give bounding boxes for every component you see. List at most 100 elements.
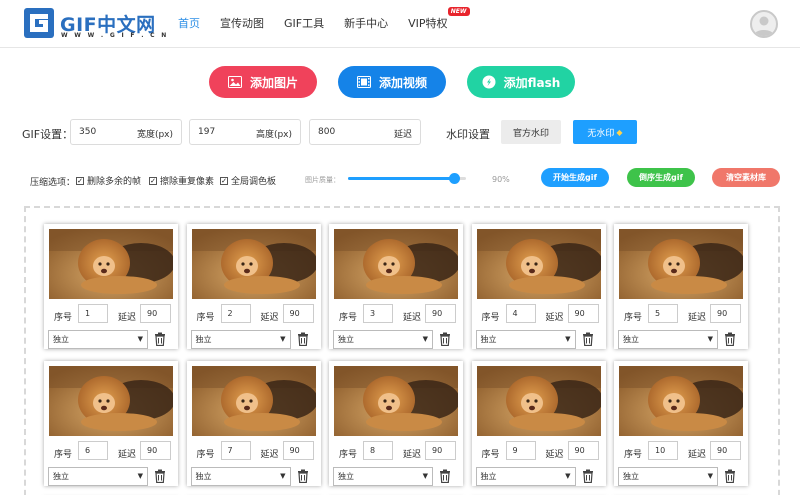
frame-card[interactable]: 序号 6 延迟 90 独立 ▼ bbox=[44, 361, 178, 486]
frame-thumbnail[interactable] bbox=[334, 366, 458, 436]
frame-mode-select[interactable]: 独立 ▼ bbox=[48, 467, 148, 486]
frame-card[interactable]: 序号 4 延迟 90 独立 ▼ bbox=[471, 224, 606, 349]
seq-input[interactable]: 3 bbox=[363, 304, 393, 323]
frame-mode-select[interactable]: 独立 ▼ bbox=[48, 330, 148, 349]
cat-thumbnail-image bbox=[334, 229, 458, 299]
frame-thumbnail[interactable] bbox=[476, 366, 601, 436]
cat-thumbnail-image bbox=[619, 366, 743, 436]
seq-input[interactable]: 6 bbox=[78, 441, 108, 460]
frame-delay-input[interactable]: 90 bbox=[425, 304, 456, 323]
seq-label: 序号 bbox=[624, 450, 643, 460]
frame-delay-input[interactable]: 90 bbox=[282, 441, 314, 460]
frame-mode-select[interactable]: 独立 ▼ bbox=[190, 330, 291, 349]
nav-home[interactable]: 首页 bbox=[178, 15, 200, 31]
frame-thumbnail[interactable] bbox=[191, 229, 316, 299]
site-logo[interactable]: GIF中文网 W W W . G I F . C N bbox=[24, 8, 166, 42]
seq-input[interactable]: 5 bbox=[648, 304, 678, 323]
checkbox-drop-frames[interactable]: ✓ 删除多余的帧 bbox=[76, 174, 141, 187]
add-flash-button[interactable]: 添加flash bbox=[467, 66, 575, 98]
frame-delay-input[interactable]: 90 bbox=[140, 304, 171, 323]
frame-mode-select[interactable]: 独立 ▼ bbox=[475, 467, 576, 486]
trash-icon[interactable] bbox=[724, 469, 736, 483]
official-watermark-button[interactable]: 官方水印 bbox=[501, 120, 561, 144]
seq-input[interactable]: 9 bbox=[505, 441, 536, 460]
frame-card[interactable]: 序号 9 延迟 90 独立 ▼ bbox=[471, 361, 606, 486]
frame-mode-select[interactable]: 独立 ▼ bbox=[618, 330, 718, 349]
frame-thumbnail[interactable] bbox=[334, 229, 458, 299]
frame-card[interactable]: 序号 7 延迟 90 独立 ▼ bbox=[186, 361, 321, 486]
no-watermark-button[interactable]: 无水印 ◆ bbox=[573, 120, 637, 144]
frame-thumbnail[interactable] bbox=[476, 229, 601, 299]
frame-delay-input[interactable]: 90 bbox=[567, 441, 599, 460]
reverse-generate-button[interactable]: 倒序生成gif bbox=[627, 168, 695, 187]
seq-input[interactable]: 2 bbox=[220, 304, 251, 323]
seq-label: 序号 bbox=[624, 313, 643, 323]
frame-mode-select[interactable]: 独立 ▼ bbox=[475, 330, 576, 349]
width-input[interactable]: 350 宽度(px) bbox=[70, 119, 182, 145]
frame-card[interactable]: 序号 2 延迟 90 独立 ▼ bbox=[186, 224, 321, 349]
frame-thumbnail[interactable] bbox=[619, 366, 743, 436]
frame-delay-input[interactable]: 90 bbox=[710, 304, 741, 323]
quality-slider[interactable] bbox=[348, 173, 466, 184]
frame-delay-input[interactable]: 90 bbox=[567, 304, 599, 323]
cat-thumbnail-image bbox=[49, 229, 173, 299]
trash-icon[interactable] bbox=[297, 469, 309, 483]
logo-mark-icon bbox=[24, 8, 54, 38]
seq-input[interactable]: 4 bbox=[505, 304, 536, 323]
seq-input[interactable]: 7 bbox=[220, 441, 251, 460]
quality-slider-handle[interactable] bbox=[449, 173, 461, 184]
dropdown-arrow-icon: ▼ bbox=[707, 335, 713, 343]
frame-card[interactable]: 序号 3 延迟 90 独立 ▼ bbox=[329, 224, 463, 349]
frame-delay-input[interactable]: 90 bbox=[282, 304, 314, 323]
trash-icon[interactable] bbox=[154, 469, 166, 483]
trash-icon[interactable] bbox=[582, 332, 594, 346]
add-image-button[interactable]: 添加图片 bbox=[209, 66, 317, 98]
nav-gif-tools[interactable]: GIF工具 bbox=[284, 15, 324, 31]
frame-card[interactable]: 序号 8 延迟 90 独立 ▼ bbox=[329, 361, 463, 486]
frame-card[interactable]: 序号 1 延迟 90 独立 ▼ bbox=[44, 224, 178, 349]
frame-delay-input[interactable]: 90 bbox=[140, 441, 171, 460]
frame-mode-select[interactable]: 独立 ▼ bbox=[333, 467, 433, 486]
delay-label: 延迟 bbox=[545, 313, 564, 323]
delay-input[interactable]: 800 延迟 bbox=[309, 119, 421, 145]
frames-dropzone[interactable]: 序号 1 延迟 90 独立 ▼ 序号 2 延迟 90 独立 ▼ 序号 3 延迟 90 独立 ▼ 序号 4 延迟 90 独立 ▼… bbox=[24, 206, 780, 495]
trash-icon[interactable] bbox=[582, 469, 594, 483]
frame-mode-select[interactable]: 独立 ▼ bbox=[618, 467, 718, 486]
checkbox-global-palette[interactable]: ✓ 全局调色板 bbox=[220, 174, 276, 187]
frame-mode-value: 独立 bbox=[480, 335, 497, 344]
clear-library-button[interactable]: 清空素材库 bbox=[712, 168, 780, 187]
seq-input[interactable]: 10 bbox=[648, 441, 678, 460]
frame-delay-input[interactable]: 90 bbox=[710, 441, 741, 460]
cat-thumbnail-image bbox=[619, 229, 743, 299]
delay-label: 延迟 bbox=[118, 450, 137, 460]
height-input[interactable]: 197 高度(px) bbox=[189, 119, 301, 145]
cat-thumbnail-image bbox=[334, 366, 458, 436]
add-flash-label: 添加flash bbox=[503, 75, 561, 90]
nav-vip[interactable]: VIP特权 NEW bbox=[408, 7, 470, 31]
frame-card[interactable]: 序号 5 延迟 90 独立 ▼ bbox=[614, 224, 748, 349]
frame-thumbnail[interactable] bbox=[619, 229, 743, 299]
trash-icon[interactable] bbox=[297, 332, 309, 346]
frame-mode-value: 独立 bbox=[338, 335, 354, 344]
frame-card[interactable]: 序号 10 延迟 90 独立 ▼ bbox=[614, 361, 748, 486]
nav-beginner-center[interactable]: 新手中心 bbox=[344, 15, 388, 31]
frame-mode-select[interactable]: 独立 ▼ bbox=[190, 467, 291, 486]
seq-label: 序号 bbox=[196, 450, 215, 460]
seq-input[interactable]: 8 bbox=[363, 441, 393, 460]
frame-thumbnail[interactable] bbox=[49, 366, 173, 436]
trash-icon[interactable] bbox=[724, 332, 736, 346]
nav-promo-gifs[interactable]: 宣传动图 bbox=[220, 15, 264, 31]
frame-thumbnail[interactable] bbox=[49, 229, 173, 299]
seq-input[interactable]: 1 bbox=[78, 304, 108, 323]
trash-icon[interactable] bbox=[439, 469, 451, 483]
add-video-button[interactable]: 添加视频 bbox=[338, 66, 446, 98]
trash-icon[interactable] bbox=[154, 332, 166, 346]
user-avatar[interactable] bbox=[750, 10, 778, 38]
checkbox-erase-duplicates[interactable]: ✓ 擦除重复像素 bbox=[149, 174, 214, 187]
checkbox-checked-icon: ✓ bbox=[149, 176, 157, 185]
start-generate-button[interactable]: 开始生成gif bbox=[541, 168, 609, 187]
trash-icon[interactable] bbox=[439, 332, 451, 346]
frame-thumbnail[interactable] bbox=[191, 366, 316, 436]
frame-delay-input[interactable]: 90 bbox=[425, 441, 456, 460]
frame-mode-select[interactable]: 独立 ▼ bbox=[333, 330, 433, 349]
